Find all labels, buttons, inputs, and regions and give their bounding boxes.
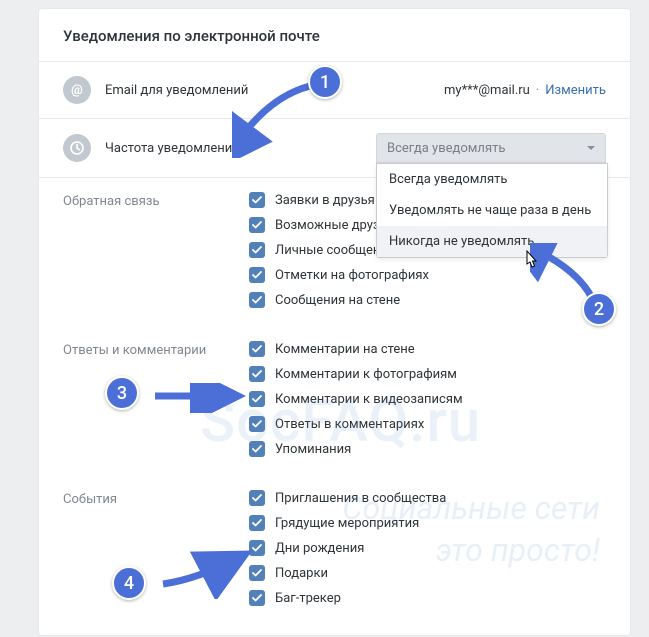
checkbox-checked-icon [249,441,265,457]
section-label: Ответы и комментарии [63,341,249,466]
frequency-option-never[interactable]: Никогда не уведомлять [377,226,607,257]
frequency-row: Частота уведомлений Всегда уведомлять Вс… [39,119,630,178]
checkbox-label: Подарки [275,566,328,581]
frequency-option-daily[interactable]: Уведомлять не чаще раза в день [377,195,607,226]
checkbox-label: Заявки в друзья [275,193,375,208]
frequency-option-always[interactable]: Всегда уведомлять [377,164,607,195]
frequency-dropdown-menu: Всегда уведомлять Уведомлять не чаще раз… [376,163,608,258]
settings-panel: Уведомления по электронной почте @ Email… [38,8,631,636]
checkbox-label: Грядущие мероприятия [275,516,419,531]
frequency-selected: Всегда уведомлять [387,141,505,156]
checkbox-checked-icon [249,341,265,357]
annotation-badge-1: 1 [308,65,342,99]
svg-text:@: @ [71,83,83,98]
frequency-dropdown[interactable]: Всегда уведомлять Всегда уведомлять Увед… [376,133,606,163]
checkbox-checked-icon [249,391,265,407]
checkbox-checked-icon [249,267,265,283]
checkbox-label: Баг-трекер [275,591,341,606]
checkbox-checked-icon [249,366,265,382]
checkbox-option[interactable]: Упоминания [249,441,606,457]
checkbox-label: Ответы в комментариях [275,417,424,432]
checkbox-option[interactable]: Дни рождения [249,540,606,556]
checkbox-label: Сообщения на стене [275,293,400,308]
checkbox-option[interactable]: Баг-трекер [249,590,606,606]
checkbox-checked-icon [249,292,265,308]
section-label: События [63,490,249,615]
annotation-badge-2: 2 [582,292,616,326]
checkbox-option[interactable]: Сообщения на стене [249,292,606,308]
checkbox-option[interactable]: Комментарии на стене [249,341,606,357]
checkbox-option[interactable]: Грядущие мероприятия [249,515,606,531]
checkbox-option[interactable]: Комментарии к видеозаписям [249,391,606,407]
frequency-label: Частота уведомлений [105,141,376,156]
checkbox-label: Комментарии к видеозаписям [275,392,463,407]
panel-title: Уведомления по электронной почте [39,9,630,62]
email-change-link[interactable]: Изменить [545,83,606,98]
clock-icon [63,134,91,162]
checkbox-label: Приглашения в сообщества [275,491,446,506]
checkbox-label: Дни рождения [275,541,364,556]
checkbox-checked-icon [249,490,265,506]
checkbox-label: Комментарии на стене [275,342,415,357]
checkbox-checked-icon [249,192,265,208]
section-options: Комментарии на стене Комментарии к фотогр… [249,341,606,466]
checkbox-checked-icon [249,217,265,233]
checkbox-option[interactable]: Подарки [249,565,606,581]
checkbox-checked-icon [249,590,265,606]
checkbox-option[interactable]: Отметки на фотографиях [249,267,606,283]
checkbox-option[interactable]: Комментарии к фотографиям [249,366,606,382]
checkbox-checked-icon [249,540,265,556]
checkbox-label: Комментарии к фотографиям [275,367,457,382]
checkbox-label: Отметки на фотографиях [275,268,429,283]
checkbox-option[interactable]: Приглашения в сообщества [249,490,606,506]
annotation-badge-4: 4 [112,566,146,600]
email-label: Email для уведомлений [105,83,444,98]
checkbox-checked-icon [249,565,265,581]
chevron-down-icon [587,146,595,150]
section-options: Приглашения в сообщества Грядущие меропри… [249,490,606,615]
checkbox-option[interactable]: Ответы в комментариях [249,416,606,432]
checkbox-checked-icon [249,515,265,531]
checkbox-label: Упоминания [275,442,351,457]
checkbox-checked-icon [249,416,265,432]
section-label: Обратная связь [63,192,249,317]
annotation-badge-3: 3 [105,376,139,410]
at-icon: @ [63,76,91,104]
email-value: my***@mail.ru [444,83,530,98]
checkbox-checked-icon [249,242,265,258]
